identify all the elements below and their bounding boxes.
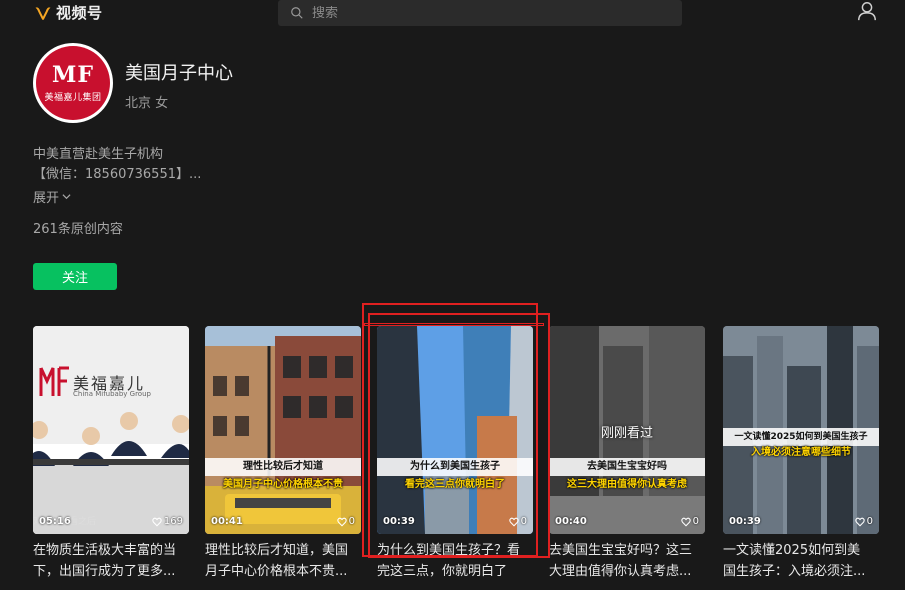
thumbnail-overlay-text: 去美国生宝宝好吗 [549, 458, 705, 476]
original-content-count: 261条原创内容 [33, 222, 123, 237]
video-likes: 0 [854, 516, 873, 527]
likes-count: 169 [163, 516, 183, 527]
likes-count: 0 [866, 516, 873, 527]
heart-icon [152, 517, 162, 526]
recently-watched-label: 刚刚看过 [600, 426, 653, 441]
video-thumbnail[interactable]: 美福嘉儿 China Mifubaby Group 对比视我看之后 05:16 … [33, 326, 189, 534]
video-title-line: 大理由值得你认真考虑... [549, 564, 692, 579]
video-duration: 00:41 [211, 516, 243, 527]
video-likes: 0 [680, 516, 699, 527]
thumbnail-overlay-text: 入境必须注意哪些细节 [751, 447, 851, 458]
video-duration: 00:40 [555, 516, 587, 527]
video-title[interactable]: 在物质生活极大丰富的当 下，出国行成为了更多... [33, 540, 193, 582]
follow-button[interactable]: 关注 [33, 263, 117, 290]
likes-count: 0 [348, 516, 355, 527]
video-likes: 0 [336, 516, 355, 527]
heart-icon [854, 517, 865, 526]
app-logo[interactable]: 视频号 [34, 2, 103, 23]
thumbnail-overlay-text: 美国月子中心价格根本不贵 [223, 479, 343, 490]
video-title-line: 国生孩子：入境必须注... [723, 564, 866, 579]
channels-logo-icon [35, 6, 51, 20]
video-title[interactable]: 理性比较后才知道，美国 月子中心价格根本不贵... [205, 540, 365, 582]
app-title: 视频号 [56, 4, 103, 22]
search-bar[interactable] [278, 0, 682, 26]
video-thumbnail[interactable]: 刚刚看过 去美国生宝宝好吗 这三大理由值得你认真考虑 00:40 0 [549, 326, 705, 534]
avatar[interactable]: MF 美福嘉儿集团 [33, 43, 113, 123]
top-bar: 视频号 [0, 0, 905, 26]
video-title-line: 下，出国行成为了更多... [33, 564, 176, 579]
brand-en-text: China Mifubaby Group [73, 390, 151, 398]
video-card[interactable]: 一文读懂2025如何到美国生孩子 入境必须注意哪些细节 00:39 0 一文读懂… [723, 326, 879, 579]
thumbnail-overlay-text: 理性比较后才知道 [205, 458, 361, 476]
heart-icon [680, 517, 691, 526]
video-title-line: 在物质生活极大丰富的当 [33, 543, 177, 558]
thumbnail-overlay-text: 这三大理由值得你认真考虑 [567, 479, 687, 490]
highlight-box [364, 323, 544, 326]
video-duration: 00:39 [729, 516, 761, 527]
video-card[interactable]: 理性比较后才知道 美国月子中心价格根本不贵 00:41 0 理性比较后才知道，美… [205, 326, 361, 579]
thumbnail-image [33, 326, 189, 534]
video-title-line: 一文读懂2025如何到美 [723, 543, 861, 558]
avatar-logo: MF 美福嘉儿集团 [36, 46, 110, 120]
likes-count: 0 [692, 516, 699, 527]
bio-line: 中美直营赴美生子机构 [33, 147, 164, 162]
video-title-line: 去美国生宝宝好吗？这三 [549, 543, 693, 558]
bio-line: 【微信：18560736551】... [33, 167, 202, 182]
highlight-box [368, 313, 550, 558]
avatar-brand-text: 美福嘉儿集团 [44, 92, 102, 103]
video-title-line: 月子中心价格根本不贵... [205, 564, 348, 579]
profile-location: 北京 女 [125, 96, 169, 111]
avatar-logo-text: MF [52, 61, 94, 88]
profile-name: 美国月子中心 [125, 63, 233, 84]
video-thumbnail[interactable]: 一文读懂2025如何到美国生孩子 入境必须注意哪些细节 00:39 0 [723, 326, 879, 534]
thumbnail-image [205, 326, 361, 534]
video-card[interactable]: 美福嘉儿 China Mifubaby Group 对比视我看之后 05:16 … [33, 326, 189, 579]
video-thumbnail[interactable]: 理性比较后才知道 美国月子中心价格根本不贵 00:41 0 [205, 326, 361, 534]
video-card[interactable]: 刚刚看过 去美国生宝宝好吗 这三大理由值得你认真考虑 00:40 0 去美国生宝… [549, 326, 705, 579]
heart-icon [336, 517, 347, 526]
video-title-line: 理性比较后才知道，美国 [205, 543, 349, 558]
profile-bio: 中美直营赴美生子机构 【微信：18560736551】... [33, 145, 201, 185]
expand-label: 展开 [33, 191, 60, 206]
expand-bio-button[interactable]: 展开 [33, 187, 71, 206]
video-title[interactable]: 一文读懂2025如何到美 国生孩子：入境必须注... [723, 540, 883, 582]
video-title-line: 完这三点，你就明白了 [377, 564, 508, 579]
video-title[interactable]: 去美国生宝宝好吗？这三 大理由值得你认真考虑... [549, 540, 709, 582]
search-icon [291, 7, 303, 19]
chevron-down-icon [62, 194, 71, 200]
user-icon[interactable] [856, 0, 878, 22]
video-duration: 05:16 [39, 516, 71, 527]
search-input[interactable] [312, 5, 672, 21]
video-likes: 169 [152, 516, 183, 527]
